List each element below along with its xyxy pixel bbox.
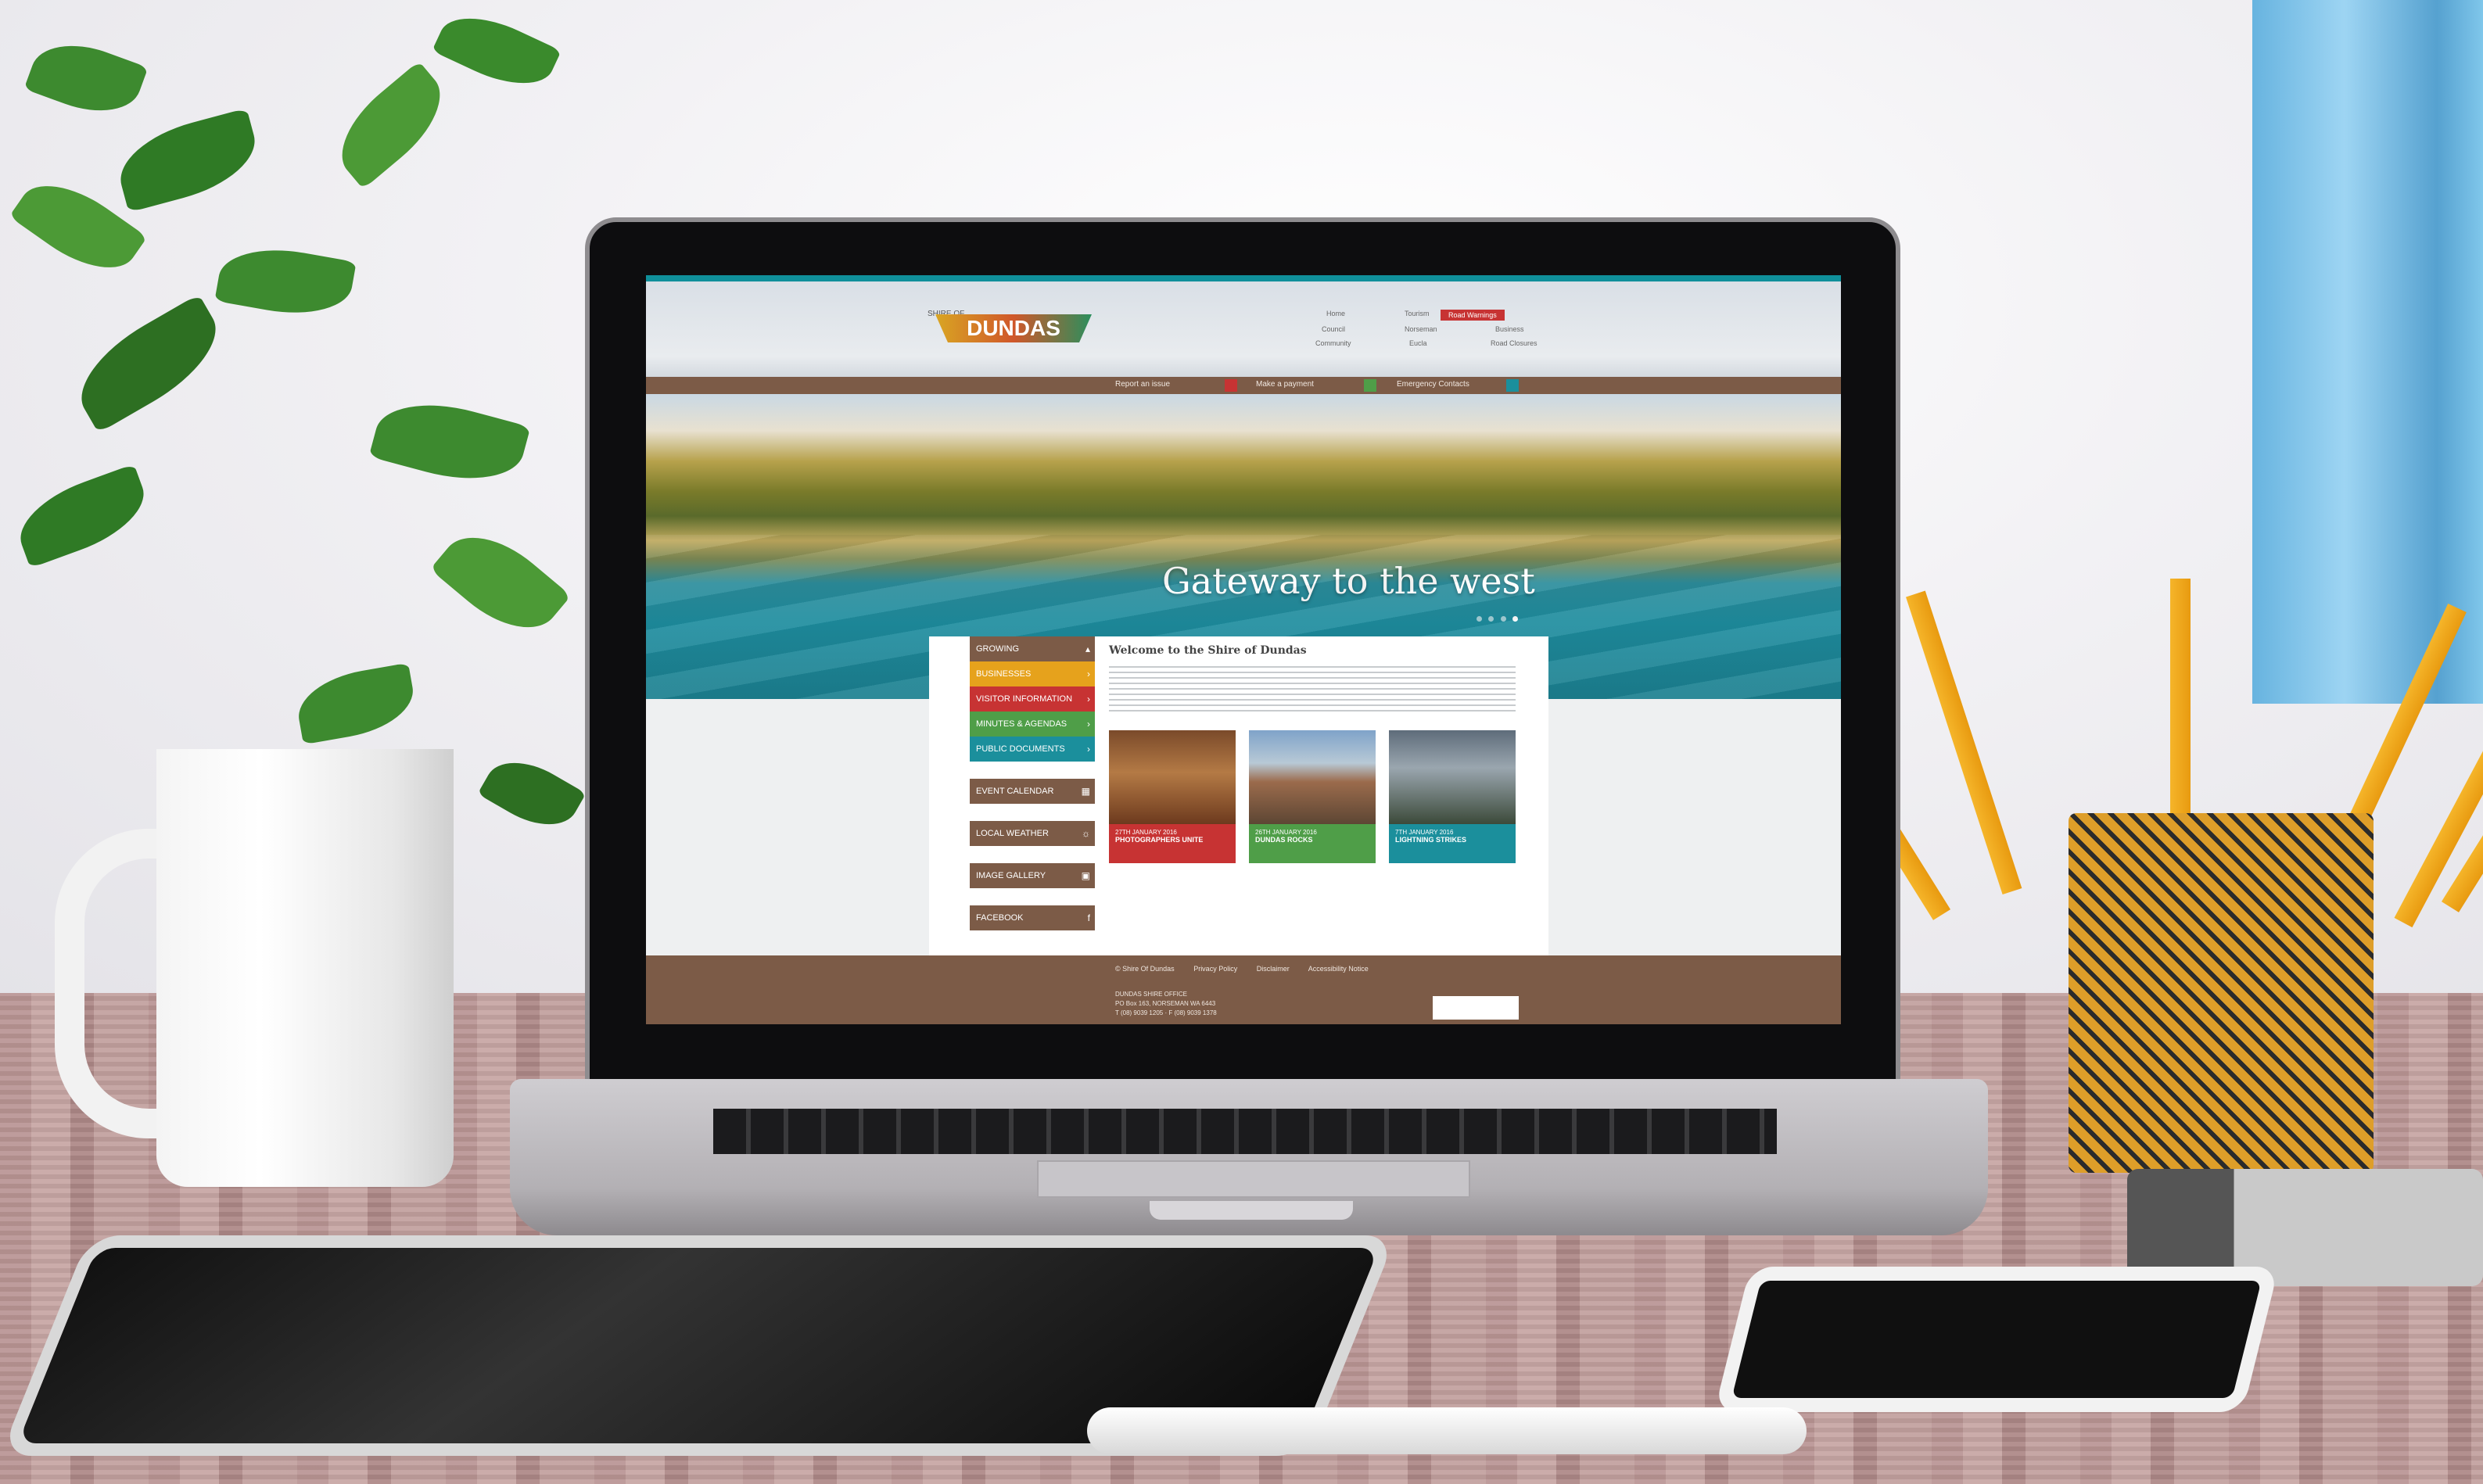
laptop-trackpad [1037,1160,1470,1198]
sidebar-block-label: IMAGE GALLERY [976,871,1046,880]
nav-community[interactable]: Community [1315,339,1351,347]
news-card-title: PHOTOGRAPHERS UNITE [1115,836,1204,844]
top-navigation: Home Council Community Tourism Norseman … [1311,310,1569,357]
slider-dot[interactable] [1477,616,1482,622]
laptop-keyboard [713,1109,1777,1154]
news-card-caption: 27TH JANUARY 2016 PHOTOGRAPHERS UNITE [1109,824,1236,863]
sidebar-item-label: BUSINESSES [976,669,1032,679]
water-bottle [2252,0,2483,704]
footer-contact-line: T (08) 9039 1205 · F (08) 9039 1378 [1115,1009,1217,1016]
footer-address-line: PO Box 163, NORSEMAN WA 6443 [1115,1000,1216,1007]
news-card-date: 27TH JANUARY 2016 [1115,829,1177,836]
sidebar-item-growing[interactable]: GROWING ▴ [970,636,1095,661]
footer-link-privacy[interactable]: Privacy Policy [1193,965,1237,973]
nav-business[interactable]: Business [1495,325,1524,333]
sidebar-image-gallery[interactable]: IMAGE GALLERY ▣ [970,863,1095,888]
sidebar-block-label: FACEBOOK [976,913,1024,923]
news-card[interactable]: 26TH JANUARY 2016 DUNDAS ROCKS [1249,730,1376,863]
site-logo[interactable]: SHIRE OF DUNDAS [928,310,1100,355]
sidebar-local-weather[interactable]: LOCAL WEATHER ☼ [970,821,1095,846]
main-content-panel: GROWING ▴ BUSINESSES › VISITOR INFORMATI… [929,636,1548,965]
welcome-heading: Welcome to the Shire of Dundas [1109,644,1307,657]
news-card-title: DUNDAS ROCKS [1255,836,1313,844]
sidebar-block-label: EVENT CALENDAR [976,787,1054,796]
footer-copyright: © Shire Of Dundas [1115,965,1175,973]
site-header: SHIRE OF DUNDAS Home Council Community T… [646,275,1841,377]
smartphone [1713,1267,2280,1412]
sidebar-item-label: PUBLIC DOCUMENTS [976,744,1065,754]
welcome-paragraph [1109,666,1516,713]
sidebar-facebook[interactable]: FACEBOOK f [970,905,1095,930]
nav-tourism[interactable]: Tourism [1405,310,1430,317]
slider-dots [1477,611,1523,622]
chevron-up-icon: ▴ [1085,643,1090,654]
news-card[interactable]: 7TH JANUARY 2016 LIGHTNING STRIKES [1389,730,1516,863]
quick-link-emergency[interactable]: Emergency Contacts [1397,380,1469,389]
chevron-right-icon: › [1087,744,1090,755]
news-card-title: LIGHTNING STRIKES [1395,836,1467,844]
quick-links-bar: Report an issue Make a payment Emergency… [646,377,1841,394]
mesh-pencil-holder [2069,813,2374,1173]
footer-link-accessibility[interactable]: Accessibility Notice [1308,965,1369,973]
chevron-right-icon: › [1087,694,1090,704]
sidebar-event-calendar[interactable]: EVENT CALENDAR ▦ [970,779,1095,804]
news-card-image [1249,730,1376,824]
sidebar-block-label: LOCAL WEATHER [976,829,1049,838]
sidebar-item-minutes-agendas[interactable]: MINUTES & AGENDAS › [970,712,1095,737]
logo-name: DUNDAS [935,314,1092,342]
news-card-date: 7TH JANUARY 2016 [1395,829,1454,836]
laptop-notch [1150,1201,1353,1220]
nav-norseman[interactable]: Norseman [1405,325,1437,333]
report-icon [1225,379,1237,392]
nav-council[interactable]: Council [1322,325,1345,333]
news-card[interactable]: 27TH JANUARY 2016 PHOTOGRAPHERS UNITE [1109,730,1236,863]
sidebar-item-label: MINUTES & AGENDAS [976,719,1067,729]
news-cards: 27TH JANUARY 2016 PHOTOGRAPHERS UNITE 26… [1109,730,1516,863]
footer-partner-logo[interactable] [1433,996,1519,1020]
sidebar: GROWING ▴ BUSINESSES › VISITOR INFORMATI… [970,636,1095,930]
pen [1087,1407,1807,1454]
sidebar-item-businesses[interactable]: BUSINESSES › [970,661,1095,686]
facebook-icon: f [1087,912,1090,923]
calendar-icon: ▦ [1081,786,1090,797]
site-footer: © Shire Of Dundas Privacy Policy Disclai… [646,955,1841,1024]
footer-link-disclaimer[interactable]: Disclaimer [1257,965,1290,973]
news-card-image [1389,730,1516,824]
sidebar-item-label: GROWING [976,644,1019,654]
chevron-right-icon: › [1087,719,1090,729]
nav-home[interactable]: Home [1326,310,1345,317]
footer-address: DUNDAS SHIRE OFFICE PO Box 163, NORSEMAN… [1115,990,1217,1018]
sidebar-item-public-documents[interactable]: PUBLIC DOCUMENTS › [970,737,1095,762]
slider-dot[interactable] [1500,616,1506,622]
news-card-date: 26TH JANUARY 2016 [1255,829,1317,836]
white-mug [156,749,454,1187]
payment-icon [1364,379,1376,392]
emergency-icon [1506,379,1519,392]
slider-dot-active[interactable] [1512,616,1519,622]
image-icon: ▣ [1081,870,1090,881]
news-card-caption: 26TH JANUARY 2016 DUNDAS ROCKS [1249,824,1376,863]
footer-address-title: DUNDAS SHIRE OFFICE [1115,991,1188,998]
hero-title: Gateway to the west [1162,560,1535,602]
weather-icon: ☼ [1082,828,1090,839]
nav-road-closures[interactable]: Road Closures [1491,339,1538,347]
quick-link-report[interactable]: Report an issue [1115,380,1170,389]
footer-links: © Shire Of Dundas Privacy Policy Disclai… [1115,965,1386,973]
news-card-image [1109,730,1236,824]
chevron-right-icon: › [1087,669,1090,679]
road-warnings-button[interactable]: Road Warnings [1441,310,1505,321]
quick-link-payment[interactable]: Make a payment [1256,380,1314,389]
sidebar-item-label: VISITOR INFORMATION [976,694,1073,704]
news-card-caption: 7TH JANUARY 2016 LIGHTNING STRIKES [1389,824,1516,863]
sidebar-item-visitor-information[interactable]: VISITOR INFORMATION › [970,686,1095,712]
slider-dot[interactable] [1488,616,1494,622]
nav-eucla[interactable]: Eucla [1409,339,1427,347]
website: SHIRE OF DUNDAS Home Council Community T… [646,275,1841,1024]
